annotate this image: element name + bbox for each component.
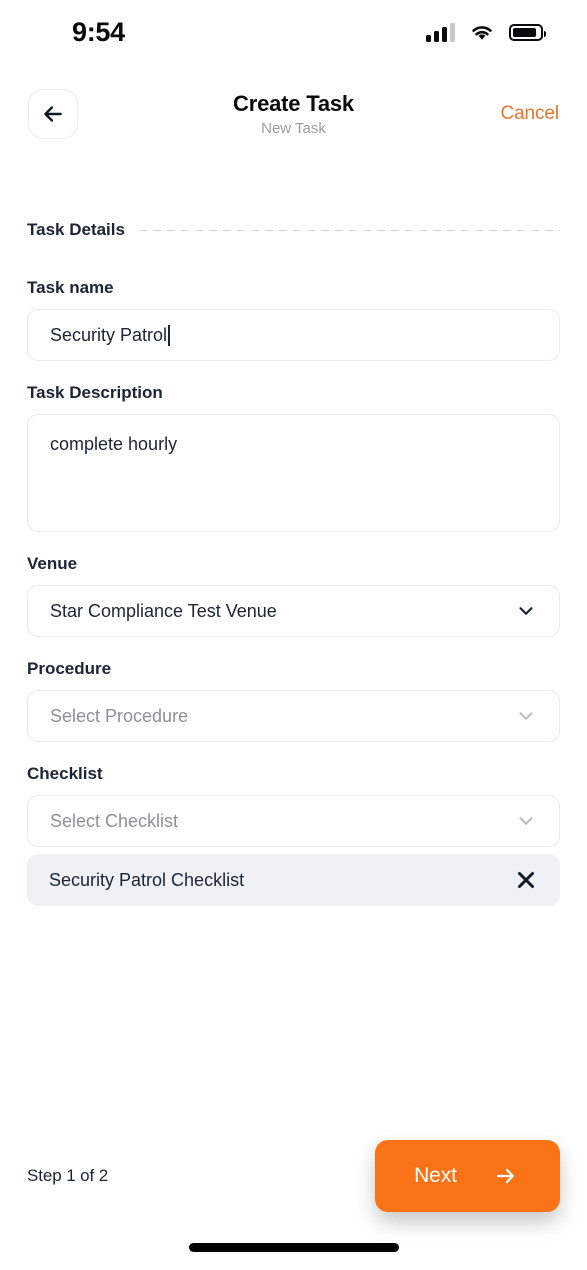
task-description-input[interactable]: complete hourly: [27, 414, 560, 532]
procedure-value: Select Procedure: [50, 705, 189, 726]
field-checklist: Checklist Select Checklist Security Patr…: [27, 764, 560, 906]
section-header-task-details: Task Details: [27, 220, 560, 240]
form-content: Task Details Task name Security Patrol T…: [0, 220, 587, 906]
header-titles: Create Task New Task: [0, 91, 587, 137]
task-description-value: complete hourly: [50, 434, 178, 454]
selected-checklist-chip: Security Patrol Checklist: [27, 854, 560, 906]
procedure-label: Procedure: [27, 659, 112, 678]
wifi-icon: [472, 25, 492, 40]
section-title: Task Details: [27, 220, 125, 239]
chevron-down-icon: [519, 817, 533, 825]
selected-checklist-label: Security Patrol Checklist: [49, 869, 245, 890]
venue-label: Venue: [27, 554, 78, 573]
field-task-description: Task Description complete hourly: [27, 383, 560, 532]
status-bar: 9:54: [0, 0, 587, 64]
step-indicator: Step 1 of 2: [27, 1166, 109, 1185]
venue-select[interactable]: Star Compliance Test Venue: [27, 585, 560, 637]
home-indicator: [188, 1243, 399, 1252]
task-name-label: Task name: [27, 278, 114, 297]
procedure-select[interactable]: Select Procedure: [27, 690, 560, 742]
page-title: Create Task: [233, 91, 354, 116]
field-venue: Venue Star Compliance Test Venue: [27, 554, 560, 637]
arrow-left-icon: [44, 106, 62, 122]
status-icons: [426, 22, 546, 42]
battery-icon: [509, 23, 546, 41]
next-button-label: Next: [414, 1164, 457, 1187]
chevron-down-icon: [519, 607, 533, 615]
venue-value: Star Compliance Test Venue: [50, 600, 277, 621]
arrow-right-icon: [496, 1168, 514, 1184]
next-button[interactable]: Next: [375, 1140, 560, 1212]
field-task-name: Task name Security Patrol: [27, 278, 560, 361]
page-subtitle: New Task: [261, 120, 326, 137]
cellular-signal-icon: [426, 22, 455, 42]
checklist-value: Select Checklist: [50, 810, 179, 831]
checklist-label: Checklist: [27, 764, 103, 783]
status-time: 9:54: [72, 16, 125, 47]
task-name-value: Security Patrol: [50, 324, 168, 345]
cancel-button[interactable]: Cancel: [500, 103, 559, 125]
app-header: Create Task New Task Cancel: [0, 64, 587, 164]
field-procedure: Procedure Select Procedure: [27, 659, 560, 742]
task-description-label: Task Description: [27, 383, 163, 402]
form-footer: Step 1 of 2 Next: [0, 1140, 587, 1212]
remove-checklist-button[interactable]: [514, 868, 538, 892]
chevron-down-icon: [519, 712, 533, 720]
checklist-select[interactable]: Select Checklist: [27, 795, 560, 847]
task-name-input[interactable]: Security Patrol: [27, 309, 560, 361]
section-divider: [138, 229, 560, 231]
text-caret: [168, 324, 170, 346]
close-icon: [518, 872, 534, 888]
back-button[interactable]: [28, 89, 78, 139]
